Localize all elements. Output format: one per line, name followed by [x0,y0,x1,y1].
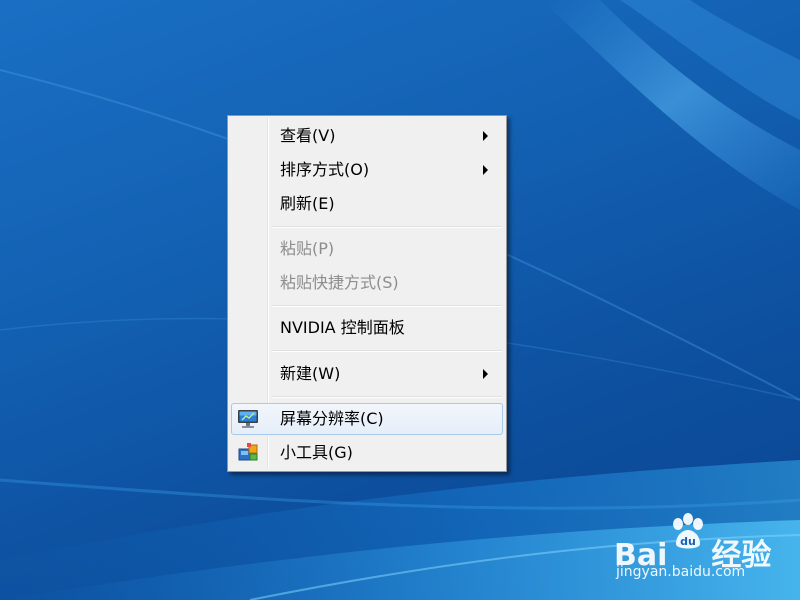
menu-item-label: 查看(V) [280,126,336,145]
menu-separator [272,350,502,352]
menu-item-label: 排序方式(O) [280,160,370,179]
menu-separator [272,396,502,398]
menu-item-paste-shortcut[interactable]: 粘贴快捷方式(S) [231,267,503,297]
submenu-arrow-icon [483,165,488,175]
menu-item-label: 粘贴快捷方式(S) [280,273,399,292]
menu-item-label: 屏幕分辨率(C) [280,409,384,428]
menu-item-view[interactable]: 查看(V) [231,120,503,150]
gadgets-icon [238,443,258,461]
menu-separator [272,226,502,228]
watermark-url: jingyan.baidu.com [616,564,746,580]
baidu-jingyan-watermark: du Bai 经验 jingyan.baidu.com [610,512,790,592]
menu-item-paste[interactable]: 粘贴(P) [231,233,503,263]
menu-separator [272,305,502,307]
menu-item-label: 粘贴(P) [280,239,335,258]
menu-item-new[interactable]: 新建(W) [231,358,503,388]
menu-item-gadgets[interactable]: 小工具(G) [231,437,503,467]
submenu-arrow-icon [483,369,488,379]
menu-item-label: 新建(W) [280,364,341,383]
submenu-arrow-icon [483,131,488,141]
menu-item-sort-by[interactable]: 排序方式(O) [231,154,503,184]
menu-item-label: NVIDIA 控制面板 [280,318,405,337]
menu-item-label: 小工具(G) [280,443,353,462]
desktop-context-menu: 查看(V) 排序方式(O) 刷新(E) 粘贴(P) 粘贴快捷方式(S) NVID… [227,115,507,472]
menu-item-label: 刷新(E) [280,194,335,213]
monitor-icon [238,410,258,428]
menu-item-nvidia-control-panel[interactable]: NVIDIA 控制面板 [231,312,503,342]
menu-item-refresh[interactable]: 刷新(E) [231,188,503,218]
menu-item-screen-resolution[interactable]: 屏幕分辨率(C) [231,403,503,435]
